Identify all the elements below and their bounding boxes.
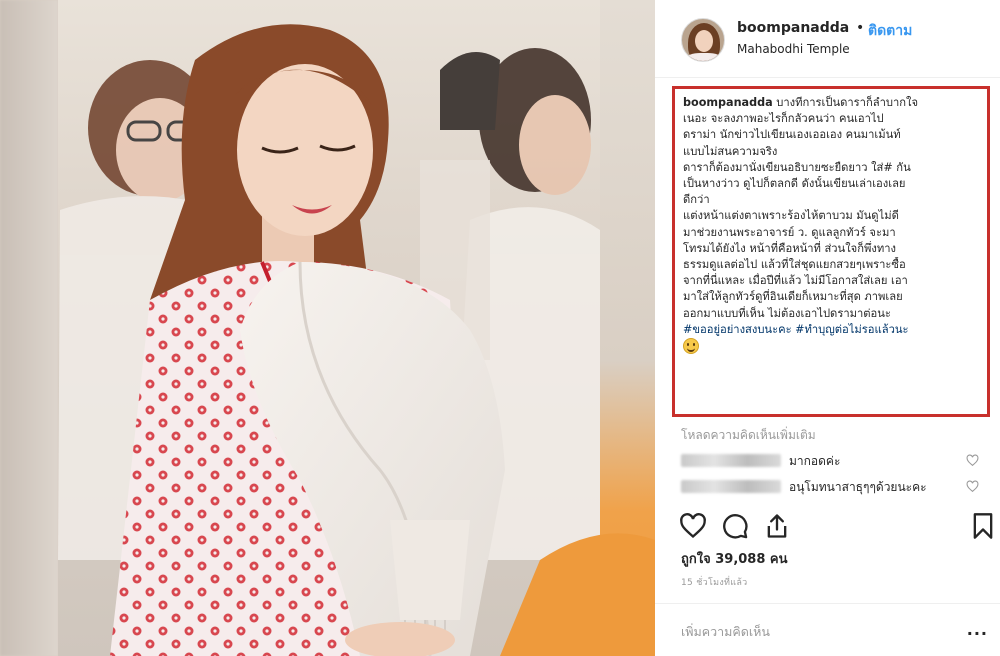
post-timestamp: 15 ชั่วโมงที่แล้ว [681,578,748,588]
add-comment-bar: เพิ่มความคิดเห็น ... [655,603,1000,656]
smiling-face-icon [683,338,699,355]
comment-text: มากอดค่ะ [789,454,841,468]
username-link[interactable]: boompanadda [737,20,849,36]
bookmark-icon[interactable] [969,512,997,540]
comment-item: มากอดค่ะ [681,452,991,470]
caption-highlight-box: boompanadda บางทีการเป็นดาราก็ลำบากใจ เน… [672,86,990,417]
blurred-username[interactable] [681,454,781,467]
caption-line: เป็นหางว่าว ดูไปก็ตลกดี ดังนั้นเขียนเล่า… [683,177,906,191]
comment-text: อนุโมทนาสาธุๆๆด้วยนะคะ [789,480,927,494]
caption-line: ดีกว่า [683,193,710,207]
caption-username[interactable]: boompanadda [683,96,773,109]
caption-line: โทรมได้ยังไง หน้าที่คือหน้าที่ ส่วนใจก็พ… [683,241,896,255]
comment-item: อนุโมทนาสาธุๆๆด้วยนะคะ [681,478,991,496]
caption-line: ดาราก็ต้องมานั่งเขียนอธิบายซะยืดยาว ใส่#… [683,160,911,174]
caption-line: มาใส่ให้ลูกทัวร์ดูที่อินเดียก็เหมาะที่สุ… [683,290,903,304]
caption-line: จากที่นี่แหละ เมื่อปีที่แล้ว ไม่มีโอกาสใ… [683,274,908,288]
caption-line: ดราม่า นักข่าวไปเขียนเองเออเอง คนมาเม้นท… [683,128,901,142]
add-comment-input[interactable]: เพิ่มความคิดเห็น [681,622,770,642]
load-more-comments[interactable]: โหลดความคิดเห็นเพิ่มเติม [681,426,816,445]
photo-scene [58,24,655,656]
likes-count[interactable]: ถูกใจ 39,088 คน [681,548,788,569]
post-header: boompanadda • ติดตาม Mahabodhi Temple [655,0,1000,78]
more-options-icon[interactable]: ... [967,620,988,639]
comment-icon[interactable] [721,512,749,540]
heart-icon[interactable] [679,512,707,540]
caption-line: boompanadda บางทีการเป็นดาราก็ลำบากใจ [683,95,981,111]
caption-line: ออกมาแบบที่เห็น ไม่ต้องเอาไปดรามาต่อนะ [683,306,891,320]
caption-line: แบบไม่สนความจริง [683,144,778,158]
separator-dot: • [856,20,865,36]
caption-text: บางทีการเป็นดาราก็ลำบากใจ [772,96,919,109]
caption-line: มาช่วยงานพระอาจารย์ ว. ดูแลลูกทัวร์ จะมา [683,225,896,239]
caption-hashtags[interactable]: #ขออยู่อย่างสงบนะคะ #ทำบุญต่อไม่รอแล้วนะ [683,322,981,338]
avatar[interactable] [681,18,725,62]
caption-line: เนอะ จะลงภาพอะไรก็กลัวคนว่า คนเอาไป [683,112,884,126]
blurred-username[interactable] [681,480,781,493]
share-icon[interactable] [763,512,791,540]
post-sidebar: boompanadda • ติดตาม Mahabodhi Temple bo… [655,0,1000,656]
caption-line [683,338,981,355]
caption-line: แต่งหน้าแต่งตาเพราะร้องไห้ตาบวม มันดูไม่… [683,209,899,223]
caption-line: ธรรมดูแลต่อไป แล้วที่ใส่ชุดแยกสวยๆเพราะซ… [683,258,906,272]
follow-button[interactable]: ติดตาม [868,20,912,42]
comment-like-heart-icon[interactable] [966,454,979,467]
location-link[interactable]: Mahabodhi Temple [737,42,850,56]
comment-like-heart-icon[interactable] [966,480,979,493]
post-photo[interactable] [0,0,655,656]
action-bar [679,512,997,540]
